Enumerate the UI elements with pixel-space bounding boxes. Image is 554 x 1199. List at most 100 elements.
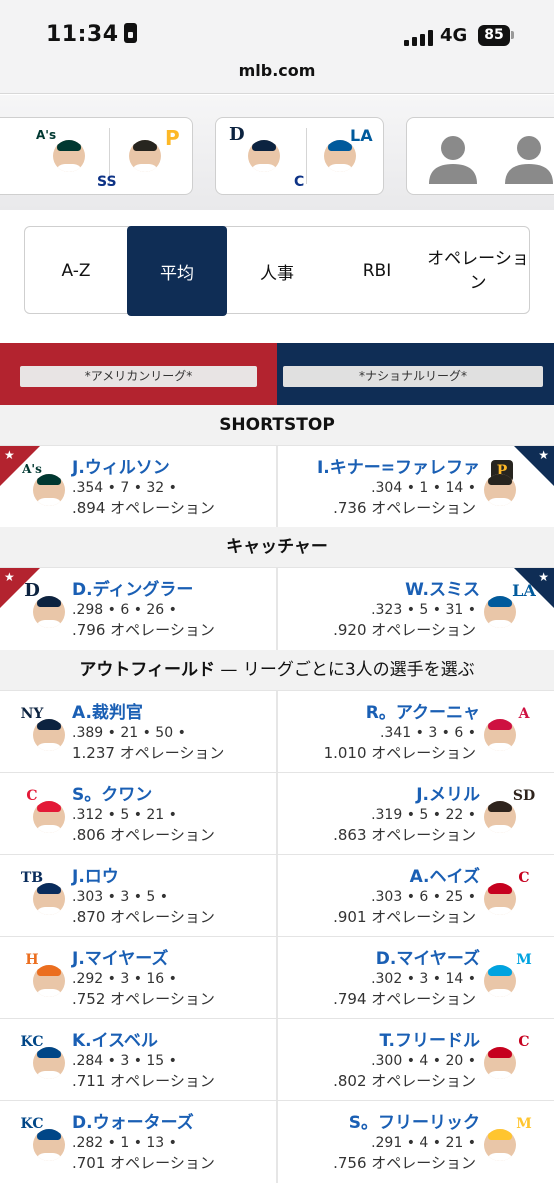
player-photo xyxy=(129,140,161,172)
section-header-outfield: アウトフィールド — リーグごとに3人の選手を選ぶ xyxy=(0,650,554,690)
player-name[interactable]: I.キナー=ファレファ xyxy=(317,453,480,478)
player-photo xyxy=(33,1129,65,1161)
player-name[interactable]: S。フリーリック xyxy=(349,1108,480,1133)
player-card-nl[interactable]: SD J.メリル .319 • 5 • 22 • .863 オペレーション xyxy=(278,773,554,855)
player-card-al[interactable]: KC D.ウォーターズ .282 • 1 • 13 • .701 オペレーション xyxy=(0,1101,276,1183)
player-card-nl[interactable]: ★ LA W.スミス .323 • 5 • 31 • .920 オペレーション xyxy=(278,568,554,650)
player-stats: .319 • 5 • 22 • xyxy=(371,807,476,823)
player-card-nl[interactable]: M D.マイヤーズ .302 • 3 • 14 • .794 オペレーション xyxy=(278,937,554,1019)
player-photo xyxy=(33,474,65,506)
player-card-al[interactable]: ★ A's J.ウィルソン .354 • 7 • 32 • .894 オペレーシ… xyxy=(0,446,276,528)
network-type: 4G xyxy=(440,25,468,46)
reds-logo-icon: C xyxy=(518,870,530,886)
player-name[interactable]: J.ロウ xyxy=(72,862,119,887)
url-bar[interactable]: mlb.com xyxy=(0,56,554,94)
player-name[interactable]: A.裁判官 xyxy=(72,698,143,723)
url-text: mlb.com xyxy=(238,61,316,80)
tab-a-z[interactable]: A-Z xyxy=(25,227,127,315)
player-photo xyxy=(53,140,85,172)
player-card-nl[interactable]: ★ P I.キナー=ファレファ .304 • 1 • 14 • .736 オペレ… xyxy=(278,446,554,528)
matchup-card-ss[interactable]: A's P SS xyxy=(0,117,193,195)
player-card-nl[interactable]: M S。フリーリック .291 • 4 • 21 • .756 オペレーション xyxy=(278,1101,554,1183)
player-ops: .701 オペレーション xyxy=(72,1154,215,1172)
matchup-card-c[interactable]: D LA C xyxy=(215,117,384,195)
braves-logo-icon: A xyxy=(518,706,530,722)
player-stats: .284 • 3 • 15 • xyxy=(72,1053,177,1069)
section-header-catcher: キャッチャー xyxy=(0,527,554,567)
player-photo xyxy=(33,883,65,915)
tab-hr[interactable]: 人事 xyxy=(227,227,327,315)
player-card-al[interactable]: H J.マイヤーズ .292 • 3 • 16 • .752 オペレーション xyxy=(0,937,276,1019)
player-card-al[interactable]: KC K.イスベル .284 • 3 • 15 • .711 オペレーション xyxy=(0,1019,276,1101)
player-name[interactable]: W.スミス xyxy=(405,575,480,600)
player-photo xyxy=(484,719,516,751)
player-card-nl[interactable]: C A.ヘイズ .303 • 6 • 25 • .901 オペレーション xyxy=(278,855,554,937)
dodgers-logo-icon: LA xyxy=(512,581,536,600)
player-ops: .752 オペレーション xyxy=(72,990,215,1008)
pirates-logo-icon: P xyxy=(165,126,180,150)
player-ops: .756 オペレーション xyxy=(333,1154,476,1172)
status-time: 11:34 xyxy=(46,22,137,47)
battery-tip xyxy=(511,31,514,39)
player-name[interactable]: T.フリードル xyxy=(380,1026,480,1051)
player-name[interactable]: S。クワン xyxy=(72,780,152,805)
player-ops: .794 オペレーション xyxy=(333,990,476,1008)
reds-logo-icon: C xyxy=(518,1034,530,1050)
player-photo xyxy=(248,140,280,172)
american-league-label: *アメリカンリーグ* xyxy=(20,366,257,387)
player-ops: .796 オペレーション xyxy=(72,621,215,639)
section-note: — リーグごとに3人の選手を選ぶ xyxy=(215,660,475,680)
player-stats: .303 • 6 • 25 • xyxy=(371,889,476,905)
player-ops: .901 オペレーション xyxy=(333,908,476,926)
tigers-logo-icon: D xyxy=(229,124,245,145)
player-name[interactable]: J.マイヤーズ xyxy=(72,944,168,969)
national-league-label: *ナショナルリーグ* xyxy=(283,366,543,387)
player-stats: .341 • 3 • 6 • xyxy=(379,725,476,741)
battery-icon: 85 xyxy=(478,25,510,46)
player-name[interactable]: D.ウォーターズ xyxy=(72,1108,194,1133)
player-name[interactable]: J.ウィルソン xyxy=(72,453,170,478)
player-ops: .806 オペレーション xyxy=(72,826,215,844)
player-name[interactable]: J.メリル xyxy=(416,780,480,805)
player-photo xyxy=(484,1129,516,1161)
player-stats: .300 • 4 • 20 • xyxy=(371,1053,476,1069)
dodgers-logo-icon: LA xyxy=(350,126,373,145)
featured-matchups: A's P SS D LA C xyxy=(0,95,554,210)
matchup-card-empty[interactable] xyxy=(406,117,554,195)
player-card-al[interactable]: ★ D D.ディングラー .298 • 6 • 26 • .796 オペレーショ… xyxy=(0,568,276,650)
player-name[interactable]: D.マイヤーズ xyxy=(376,944,480,969)
player-card-al[interactable]: TB J.ロウ .303 • 3 • 5 • .870 オペレーション xyxy=(0,855,276,937)
player-row: C S。クワン .312 • 5 • 21 • .806 オペレーション SD J.メリル… xyxy=(0,772,554,855)
player-photo xyxy=(484,801,516,833)
tab-ops[interactable]: オペレーション xyxy=(425,227,531,315)
player-photo xyxy=(33,965,65,997)
player-ops: .870 オペレーション xyxy=(72,908,215,926)
player-photo xyxy=(33,719,65,751)
player-card-al[interactable]: NY A.裁判官 .389 • 21 • 50 • 1.237 オペレーション xyxy=(0,691,276,773)
tab-average[interactable]: 平均 xyxy=(127,226,227,316)
player-card-al[interactable]: C S。クワン .312 • 5 • 21 • .806 オペレーション xyxy=(0,773,276,855)
player-row: ★ A's J.ウィルソン .354 • 7 • 32 • .894 オペレーシ… xyxy=(0,445,554,528)
player-stats: .389 • 21 • 50 • xyxy=(72,725,186,741)
player-name[interactable]: R。アクーニャ xyxy=(366,698,480,723)
player-stats: .292 • 3 • 16 • xyxy=(72,971,177,987)
american-league-header: *アメリカンリーグ* xyxy=(0,343,277,407)
tab-rbi[interactable]: RBI xyxy=(327,227,427,315)
section-header-shortstop: SHORTSTOP xyxy=(0,405,554,445)
player-name[interactable]: A.ヘイズ xyxy=(410,862,480,887)
player-row: ★ D D.ディングラー .298 • 6 • 26 • .796 オペレーショ… xyxy=(0,567,554,650)
player-card-nl[interactable]: C T.フリードル .300 • 4 • 20 • .802 オペレーション xyxy=(278,1019,554,1101)
star-icon: ★ xyxy=(538,448,549,462)
national-league-header: *ナショナルリーグ* xyxy=(277,343,554,407)
player-photo xyxy=(484,1047,516,1079)
star-icon: ★ xyxy=(4,570,15,584)
player-card-nl[interactable]: A R。アクーニャ .341 • 3 • 6 • 1.010 オペレーション xyxy=(278,691,554,773)
player-name[interactable]: D.ディングラー xyxy=(72,575,193,600)
id-badge-icon xyxy=(123,23,137,43)
empty-player-placeholder-icon xyxy=(429,136,553,184)
position-label: C xyxy=(294,174,305,190)
player-ops: .894 オペレーション xyxy=(72,499,215,517)
player-name[interactable]: K.イスベル xyxy=(72,1026,158,1051)
player-stats: .302 • 3 • 14 • xyxy=(371,971,476,987)
player-row: KC D.ウォーターズ .282 • 1 • 13 • .701 オペレーション M S。… xyxy=(0,1100,554,1183)
